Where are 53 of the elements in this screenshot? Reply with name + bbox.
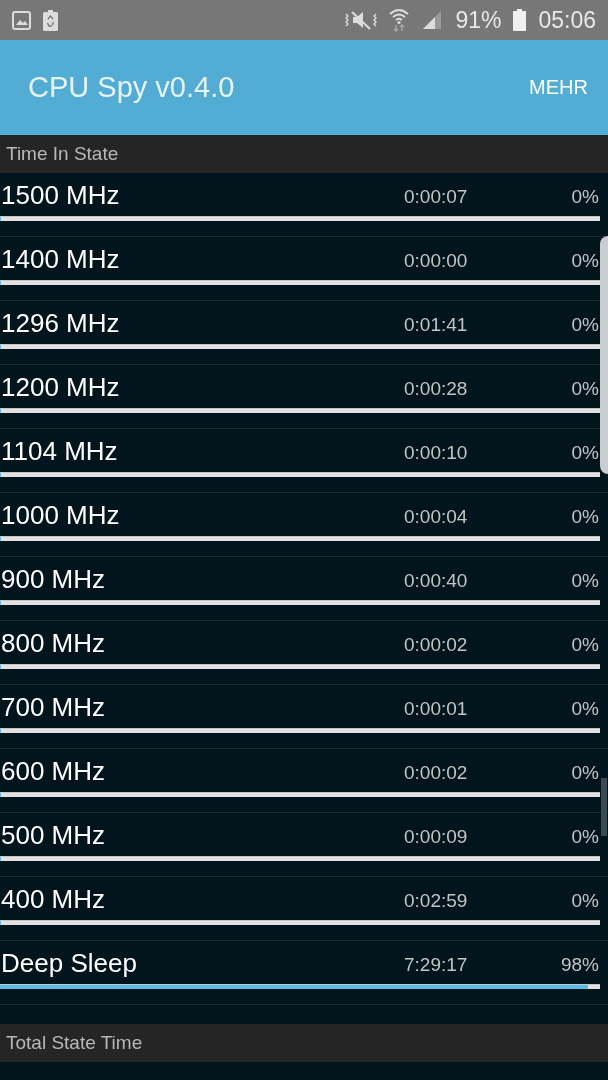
percent-value: 0% — [570, 313, 600, 336]
frequency-label: 1500 MHz — [0, 179, 121, 211]
time-value: 0:02:59 — [404, 889, 469, 912]
frequency-label: 1000 MHz — [0, 499, 121, 531]
frequency-label: 1200 MHz — [0, 371, 121, 403]
percent-value: 0% — [570, 249, 600, 272]
percent-value: 0% — [570, 761, 600, 784]
percent-value: 0% — [570, 441, 600, 464]
percent-value: 0% — [570, 185, 600, 208]
app-title: CPU Spy v0.4.0 — [28, 71, 235, 104]
time-value: 0:00:10 — [404, 441, 469, 464]
battery-percent: 91% — [455, 6, 502, 34]
frequency-label: 900 MHz — [0, 563, 107, 595]
time-value: 0:00:01 — [404, 697, 469, 720]
wifi-icon — [389, 8, 410, 32]
percent-value: 0% — [570, 633, 600, 656]
image-icon — [12, 10, 31, 30]
time-value: 0:00:07 — [404, 185, 469, 208]
time-value: 0:00:40 — [404, 569, 469, 592]
battery-icon — [513, 9, 527, 31]
mute-vibrate-icon — [345, 9, 378, 31]
percent-value: 0% — [570, 889, 600, 912]
percent-value: 0% — [570, 377, 600, 400]
frequency-label: 700 MHz — [0, 691, 107, 723]
frequency-label: 400 MHz — [0, 883, 107, 915]
section-header: Time In State — [0, 135, 608, 173]
time-value: 0:00:02 — [404, 633, 469, 656]
time-value: 7:29:17 — [404, 953, 469, 976]
time-value: 0:00:04 — [404, 505, 469, 528]
frequency-label: 1400 MHz — [0, 243, 121, 275]
frequency-label: 1104 MHz — [0, 435, 119, 467]
time-value: 0:00:09 — [404, 825, 469, 848]
edge-panel-handle[interactable] — [600, 236, 608, 474]
time-value: 0:01:41 — [404, 313, 469, 336]
scrollbar — [601, 778, 607, 836]
percent-value: 0% — [570, 825, 600, 848]
percent-value: 0% — [570, 697, 600, 720]
frequency-label: 800 MHz — [0, 627, 107, 659]
frequency-label: 600 MHz — [0, 755, 107, 787]
percent-value: 0% — [570, 505, 600, 528]
percent-value: 0% — [570, 569, 600, 592]
battery-recycle-icon — [43, 9, 58, 31]
more-menu-button[interactable]: MEHR — [529, 70, 588, 105]
section-header: Total State Time — [0, 1024, 608, 1062]
frequency-label: Deep Sleep — [0, 947, 138, 979]
time-value: 0:00:02 — [404, 761, 469, 784]
clock-time: 05:06 — [538, 6, 596, 34]
percent-value: 98% — [559, 953, 600, 976]
signal-icon — [421, 9, 444, 31]
frequency-label: 1296 MHz — [0, 307, 121, 339]
frequency-label: 500 MHz — [0, 819, 107, 851]
time-value: 0:00:00 — [404, 249, 469, 272]
time-value: 0:00:28 — [404, 377, 469, 400]
